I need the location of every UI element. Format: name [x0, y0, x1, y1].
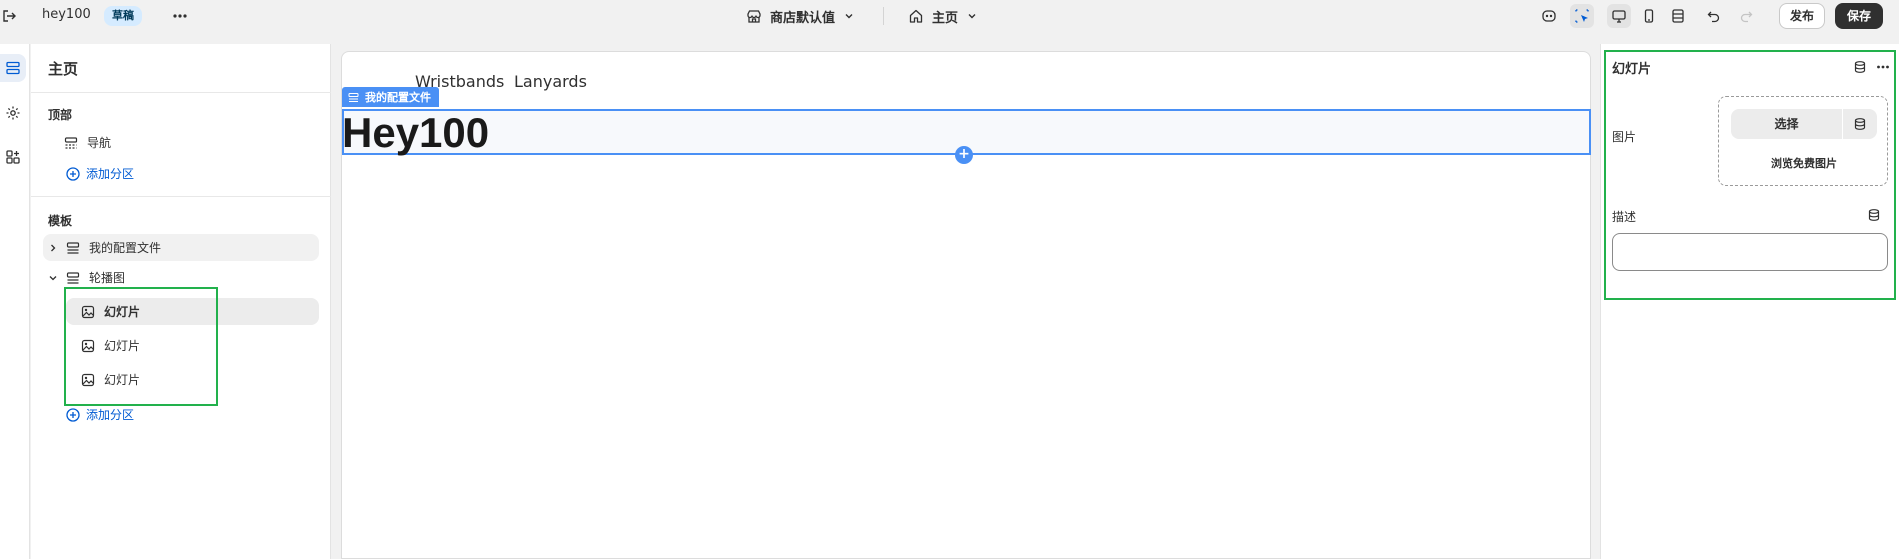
icon-rail	[0, 44, 30, 559]
redo-icon[interactable]	[1734, 4, 1758, 28]
section-icon	[348, 92, 359, 103]
highlight-box	[64, 287, 218, 406]
section-icon	[65, 270, 81, 286]
section-item-label: 我的配置文件	[89, 241, 162, 255]
section-item-profile[interactable]: 我的配置文件	[43, 234, 319, 261]
preview-canvas: Wristbands Lanyards 我的配置文件 Hey100 +	[341, 51, 1591, 559]
image-picker: 选择 浏览免费图片	[1718, 96, 1888, 186]
theme-selector[interactable]: 商店默认值	[746, 5, 855, 27]
page-label: 主页	[932, 10, 959, 26]
page-selector[interactable]: 主页	[908, 5, 978, 27]
plus-circle-icon	[66, 166, 80, 181]
add-section-label: 添加分区	[86, 167, 135, 181]
add-section-label: 添加分区	[86, 408, 135, 422]
nav-link[interactable]: Lanyards	[514, 72, 587, 91]
save-button[interactable]: 保存	[1835, 3, 1883, 29]
theme-label: 商店默认值	[770, 10, 836, 26]
exit-icon[interactable]	[0, 7, 18, 25]
mobile-view-icon[interactable]	[1637, 4, 1661, 28]
select-image-button[interactable]: 选择	[1731, 109, 1842, 139]
home-icon	[908, 8, 924, 24]
section-icon	[63, 135, 79, 151]
browse-free-images-link[interactable]: 浏览免费图片	[1719, 155, 1889, 171]
plus-circle-icon	[66, 407, 80, 422]
description-input[interactable]	[1612, 233, 1888, 271]
add-section-plus-icon[interactable]: +	[955, 146, 973, 164]
chevron-down-icon[interactable]	[45, 270, 61, 286]
add-section-button[interactable]: 添加分区	[66, 406, 134, 423]
inspector-title: 幻灯片	[1612, 62, 1652, 77]
undo-icon[interactable]	[1702, 4, 1726, 28]
sections-sidebar: 主页 顶部 导航 添加分区 模板 我的配置文件 轮播图 幻灯片 幻灯片 幻灯片 …	[31, 44, 331, 559]
more-options-icon[interactable]	[170, 6, 190, 26]
database-icon[interactable]	[1865, 206, 1883, 224]
section-item-label: 轮播图	[89, 271, 126, 285]
chevron-down-icon	[966, 10, 978, 22]
inspector-select-icon[interactable]	[1570, 4, 1594, 28]
divider	[31, 196, 331, 197]
section-tag: 我的配置文件	[342, 87, 439, 107]
section-tag-label: 我的配置文件	[365, 91, 431, 104]
divider	[883, 7, 884, 25]
sections-tab-icon[interactable]	[0, 54, 26, 82]
section-item-label: 导航	[87, 136, 112, 150]
group-title-header: 顶部	[48, 108, 73, 122]
add-section-button[interactable]: 添加分区	[66, 165, 134, 182]
section-icon	[65, 240, 81, 256]
image-label: 图片	[1612, 130, 1637, 144]
sidebar-title: 主页	[48, 60, 79, 78]
inspector-panel: 幻灯片 图片 选择 浏览免费图片 描述	[1600, 44, 1899, 559]
store-name: hey100	[42, 7, 91, 22]
settings-tab-icon[interactable]	[0, 99, 26, 127]
top-bar: hey100 草稿 商店默认值 主页 发布 保存	[0, 0, 1899, 32]
publish-button[interactable]: 发布	[1779, 3, 1825, 29]
divider	[31, 92, 331, 93]
store-icon	[746, 8, 762, 24]
group-title-template: 模板	[48, 214, 73, 228]
database-icon[interactable]	[1851, 58, 1869, 76]
apps-tab-icon[interactable]	[0, 143, 26, 171]
desktop-view-icon[interactable]	[1607, 4, 1631, 28]
more-options-icon[interactable]	[1874, 58, 1892, 76]
description-label: 描述	[1612, 210, 1637, 224]
chevron-down-icon	[843, 10, 855, 22]
chevron-right-icon[interactable]	[45, 240, 61, 256]
fullscreen-view-icon[interactable]	[1666, 4, 1690, 28]
sidekick-icon[interactable]	[1537, 4, 1561, 28]
status-badge: 草稿	[104, 6, 142, 26]
section-item-nav[interactable]: 导航	[43, 129, 319, 156]
database-icon[interactable]	[1843, 109, 1877, 139]
section-heading: Hey100	[342, 109, 490, 156]
